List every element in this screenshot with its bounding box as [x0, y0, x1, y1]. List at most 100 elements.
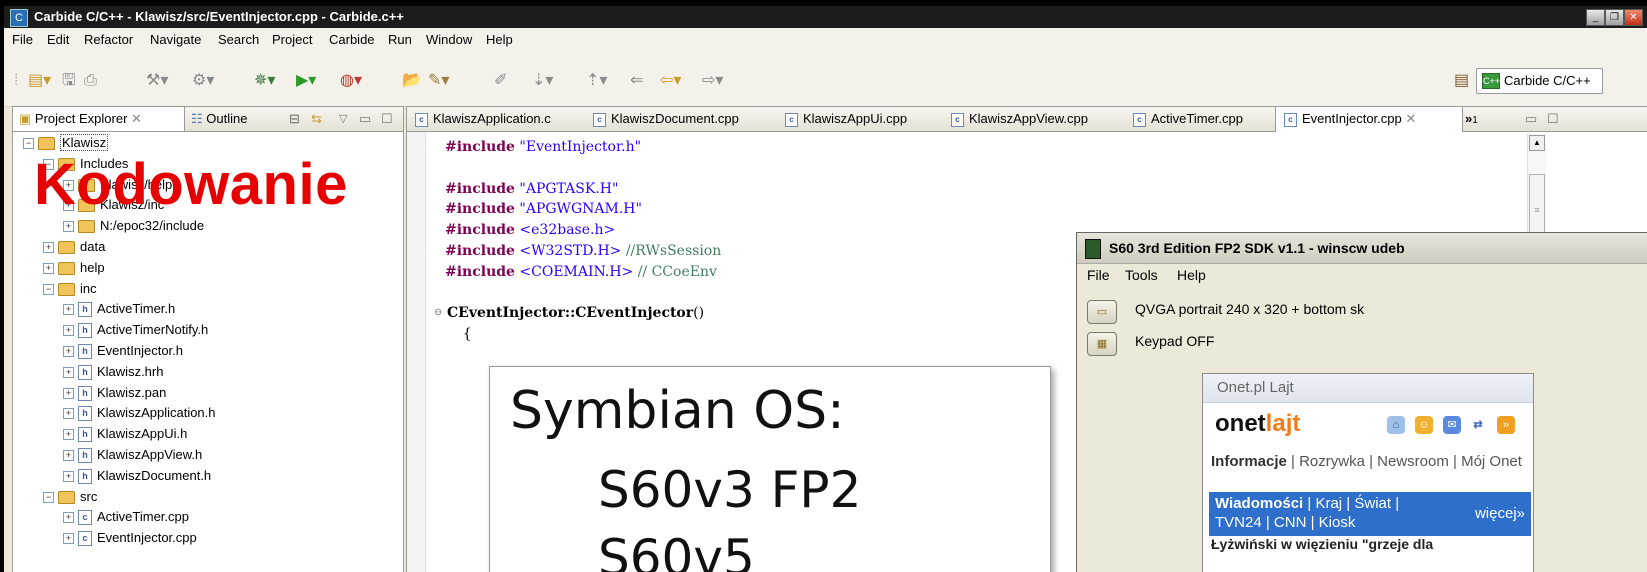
collapse-icon[interactable]: −: [43, 491, 54, 503]
menu-file[interactable]: File: [12, 28, 33, 52]
more-tabs-button[interactable]: »1: [1457, 107, 1495, 131]
tab-outline[interactable]: ☷ Outline: [191, 107, 271, 131]
maximize-view-icon[interactable]: ☐: [381, 107, 393, 131]
tree-item[interactable]: + data: [43, 237, 105, 257]
tree-item[interactable]: + h EventInjector.h: [63, 341, 183, 361]
menu-navigate[interactable]: Navigate: [150, 28, 201, 52]
perspective-button[interactable]: C++ Carbide C/C++: [1476, 68, 1603, 94]
minimize-button[interactable]: _: [1586, 9, 1605, 26]
onet-logo[interactable]: onetlajt: [1215, 410, 1300, 438]
tree-item[interactable]: + h KlawiszApplication.h: [63, 403, 216, 423]
tree-item[interactable]: − src: [43, 487, 97, 507]
last-edit-icon[interactable]: ⇐: [630, 72, 643, 90]
annotation-icon[interactable]: ⇣▾: [532, 72, 553, 90]
next-annotation-icon[interactable]: ⇡▾: [586, 72, 607, 90]
menu-carbide[interactable]: Carbide: [329, 28, 375, 52]
expand-icon[interactable]: +: [63, 366, 74, 378]
menu-edit[interactable]: Edit: [47, 28, 69, 52]
emulator-menu-help[interactable]: Help: [1177, 267, 1206, 283]
menu-project[interactable]: Project: [272, 28, 312, 52]
collapse-icon[interactable]: −: [23, 138, 34, 150]
collapse-all-icon[interactable]: ⊟: [289, 107, 300, 131]
tab-klawiszdocument[interactable]: c KlawiszDocument.cpp: [585, 107, 773, 131]
collapse-icon[interactable]: −: [43, 283, 54, 295]
scroll-up-icon[interactable]: ▲: [1529, 135, 1545, 151]
minimize-view-icon[interactable]: ▭: [359, 107, 371, 131]
menu-window[interactable]: Window: [426, 28, 472, 52]
tab-klawiszapplication[interactable]: c KlawiszApplication.c: [407, 107, 585, 131]
close-tab-icon[interactable]: ✕: [131, 111, 142, 126]
settings-icon[interactable]: ⚙▾: [192, 72, 214, 90]
tab-klawiszappview[interactable]: c KlawiszAppView.cpp: [943, 107, 1129, 131]
mail-icon[interactable]: ✉: [1443, 416, 1461, 434]
restore-button[interactable]: ❐: [1605, 9, 1624, 26]
tab-klawiszappui[interactable]: c KlawiszAppUi.cpp: [777, 107, 945, 131]
tree-item[interactable]: + h Klawisz.hrh: [63, 362, 163, 382]
expand-icon[interactable]: +: [63, 429, 74, 441]
wand-icon[interactable]: ✎▾: [428, 72, 449, 90]
external-tools-icon[interactable]: ◍▾: [340, 72, 362, 90]
expand-icon[interactable]: +: [63, 387, 74, 399]
run-icon[interactable]: ▶▾: [296, 72, 316, 90]
news-bar[interactable]: Wiadomości | Kraj | Świat | TVN24 | CNN …: [1209, 492, 1531, 536]
save-icon[interactable]: 🖫: [62, 72, 76, 90]
tree-item[interactable]: + c EventInjector.cpp: [63, 528, 197, 548]
back-icon[interactable]: ⇦▾: [660, 72, 681, 90]
home-icon[interactable]: ⌂: [1387, 416, 1405, 434]
swap-icon[interactable]: ⇄: [1469, 416, 1487, 434]
emulator-menu-tools[interactable]: Tools: [1125, 267, 1158, 283]
close-tab-icon[interactable]: ✕: [1402, 111, 1416, 126]
print-icon[interactable]: ⎙: [84, 72, 97, 90]
tree-item[interactable]: + h KlawiszDocument.h: [63, 466, 211, 486]
tree-item[interactable]: + h KlawiszAppView.h: [63, 445, 202, 465]
expand-icon[interactable]: +: [63, 304, 74, 316]
minimize-editor-icon[interactable]: ▭: [1517, 107, 1537, 131]
close-window-button[interactable]: ✕: [1624, 9, 1643, 26]
tree-item[interactable]: − Klawisz: [23, 133, 109, 153]
more-icon[interactable]: »: [1497, 416, 1515, 434]
expand-icon[interactable]: +: [63, 408, 74, 420]
view-menu-icon[interactable]: ▽: [339, 107, 347, 131]
phone-screen[interactable]: Onet.pl Lajt onetlajt ⌂ ☺ ✉ ⇄ » Informac…: [1202, 373, 1534, 572]
link-editor-icon[interactable]: ⇆: [311, 107, 322, 131]
smiley-icon[interactable]: ☺: [1415, 416, 1433, 434]
maximize-editor-icon[interactable]: ☐: [1539, 107, 1559, 131]
expand-icon[interactable]: +: [63, 450, 74, 462]
tree-item[interactable]: + c ActiveTimer.cpp: [63, 507, 189, 527]
menu-search[interactable]: Search: [218, 28, 259, 52]
tree-item[interactable]: + h ActiveTimerNotify.h: [63, 320, 208, 340]
tree-item[interactable]: + h ActiveTimer.h: [63, 299, 175, 319]
layout-button[interactable]: ▭: [1087, 300, 1117, 324]
expand-icon[interactable]: +: [63, 325, 74, 337]
tab-project-explorer[interactable]: ▣ Project Explorer ✕: [13, 107, 185, 131]
headline[interactable]: Łyżwiński w więzieniu "grzeje dla: [1211, 536, 1433, 552]
fold-icon[interactable]: ⊖: [434, 303, 442, 323]
edit-icon[interactable]: ✐: [494, 72, 507, 90]
tree-item[interactable]: − inc: [43, 279, 97, 299]
tree-item[interactable]: + N:/epoc32/include: [63, 216, 204, 236]
expand-icon[interactable]: +: [63, 470, 74, 482]
expand-icon[interactable]: +: [43, 262, 54, 274]
new-icon[interactable]: ▤▾: [28, 72, 51, 90]
tree-item[interactable]: + help: [43, 258, 105, 278]
emulator-menu-file[interactable]: File: [1087, 267, 1110, 283]
debug-icon[interactable]: ✵▾: [254, 72, 275, 90]
expand-icon[interactable]: +: [63, 346, 74, 358]
tab-activetimer[interactable]: c ActiveTimer.cpp: [1125, 107, 1273, 131]
keypad-button[interactable]: ▦: [1087, 332, 1117, 356]
expand-icon[interactable]: +: [63, 221, 74, 233]
news-more-link[interactable]: więcej»: [1475, 504, 1525, 523]
menu-refactor[interactable]: Refactor: [84, 28, 133, 52]
build-icon[interactable]: ⚒▾: [146, 72, 168, 90]
forward-icon[interactable]: ⇨▾: [702, 72, 723, 90]
open-project-icon[interactable]: 📂: [402, 72, 422, 90]
tree-item[interactable]: + h KlawiszAppUi.h: [63, 424, 187, 444]
tree-item[interactable]: + h Klawisz.pan: [63, 383, 166, 403]
category-links[interactable]: Informacje | Rozrywka | Newsroom | Mój O…: [1211, 452, 1529, 471]
menu-help[interactable]: Help: [486, 28, 513, 52]
open-perspective-icon[interactable]: ▤: [1454, 72, 1469, 90]
expand-icon[interactable]: +: [43, 242, 54, 254]
menu-run[interactable]: Run: [388, 28, 412, 52]
expand-icon[interactable]: +: [63, 512, 74, 524]
expand-icon[interactable]: +: [63, 533, 74, 545]
